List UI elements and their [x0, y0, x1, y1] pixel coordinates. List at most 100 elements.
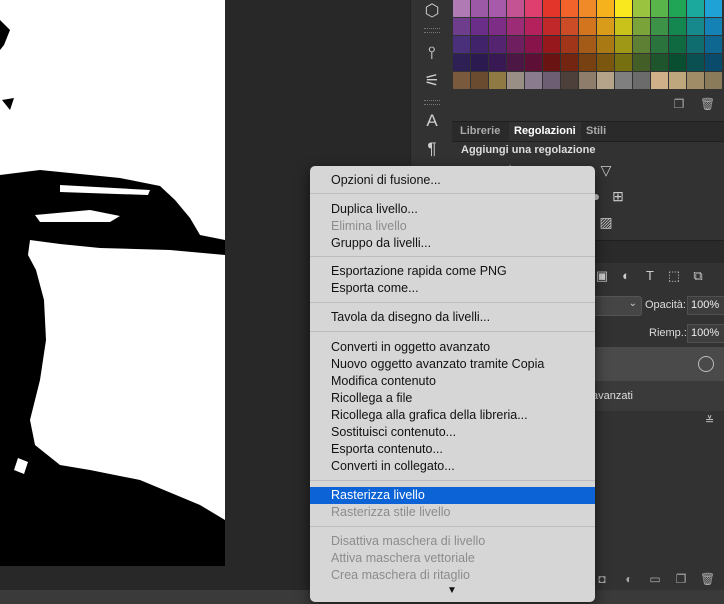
filter-adjustment-icon[interactable]: ◐: [618, 268, 634, 284]
menu-item-modifica-contenuto[interactable]: Modifica contenuto: [310, 373, 595, 390]
color-swatch[interactable]: [633, 36, 650, 53]
color-swatch[interactable]: [489, 0, 506, 17]
color-swatch[interactable]: [543, 0, 560, 17]
color-swatch[interactable]: [615, 18, 632, 35]
color-swatch[interactable]: [525, 72, 542, 89]
menu-item-ricollega-grafica-libreria[interactable]: Ricollega alla grafica della libreria...: [310, 407, 595, 424]
color-swatch[interactable]: [453, 36, 470, 53]
color-swatch[interactable]: [669, 54, 686, 71]
color-swatch[interactable]: [633, 54, 650, 71]
color-swatch[interactable]: [489, 54, 506, 71]
color-swatch[interactable]: [633, 72, 650, 89]
color-swatch[interactable]: [525, 18, 542, 35]
color-swatch[interactable]: [543, 54, 560, 71]
menu-item-tavola-da-disegno[interactable]: Tavola da disegno da livelli...: [310, 309, 595, 326]
panel-grip[interactable]: [424, 28, 440, 33]
menu-item-ricollega-a-file[interactable]: Ricollega a file: [310, 390, 595, 407]
color-swatch[interactable]: [651, 0, 668, 17]
add-mask-icon[interactable]: ◘: [595, 572, 609, 586]
color-swatch[interactable]: [579, 0, 596, 17]
color-lookup-icon[interactable]: ⊞: [610, 188, 626, 204]
color-swatch[interactable]: [453, 72, 470, 89]
menu-item-opzioni-fusione[interactable]: Opzioni di fusione...: [310, 172, 595, 189]
color-swatch[interactable]: [471, 18, 488, 35]
tab-stili[interactable]: Stili: [581, 122, 611, 141]
color-swatch[interactable]: [561, 54, 578, 71]
new-swatch-icon[interactable]: ❐: [672, 97, 686, 111]
tab-librerie[interactable]: Librerie: [455, 122, 505, 141]
color-swatch[interactable]: [525, 36, 542, 53]
color-swatch[interactable]: [561, 72, 578, 89]
menu-item-sostituisci-contenuto[interactable]: Sostituisci contenuto...: [310, 424, 595, 441]
filter-type-icon[interactable]: T: [642, 268, 658, 284]
color-swatch[interactable]: [579, 36, 596, 53]
color-swatch[interactable]: [489, 36, 506, 53]
gradient-map-icon[interactable]: ▨: [598, 214, 614, 230]
color-swatch[interactable]: [615, 36, 632, 53]
color-swatch[interactable]: [471, 54, 488, 71]
menu-item-duplica-livello[interactable]: Duplica livello...: [310, 201, 595, 218]
paragraph-icon[interactable]: ¶: [420, 138, 444, 160]
vibrance-icon[interactable]: ▽: [598, 162, 614, 178]
color-swatch[interactable]: [687, 36, 704, 53]
color-swatch[interactable]: [507, 0, 524, 17]
brush-presets-icon[interactable]: ⫯: [420, 42, 444, 64]
color-swatch[interactable]: [507, 36, 524, 53]
color-swatch[interactable]: [669, 36, 686, 53]
menu-item-nuovo-oggetto-avanzato[interactable]: Nuovo oggetto avanzato tramite Copia: [310, 356, 595, 373]
panel-grip[interactable]: [424, 100, 440, 105]
color-swatch[interactable]: [597, 54, 614, 71]
color-swatch[interactable]: [615, 72, 632, 89]
color-swatch[interactable]: [597, 36, 614, 53]
color-swatch[interactable]: [597, 0, 614, 17]
color-swatch[interactable]: [651, 72, 668, 89]
character-icon[interactable]: A: [420, 110, 444, 132]
menu-item-gruppo-da-livelli[interactable]: Gruppo da livelli...: [310, 235, 595, 252]
new-layer-icon[interactable]: ❐: [674, 572, 688, 586]
color-swatch[interactable]: [453, 54, 470, 71]
color-swatch[interactable]: [489, 72, 506, 89]
color-swatch[interactable]: [669, 18, 686, 35]
menu-scroll-down-icon[interactable]: ▼: [447, 585, 457, 596]
color-swatch[interactable]: [507, 18, 524, 35]
trash-icon[interactable]: 🗑: [700, 97, 715, 111]
color-swatch[interactable]: [561, 18, 578, 35]
color-swatch[interactable]: [633, 18, 650, 35]
tab-regolazioni[interactable]: Regolazioni: [509, 122, 581, 141]
color-swatch[interactable]: [597, 72, 614, 89]
3d-cube-icon[interactable]: ⬡: [420, 0, 444, 22]
color-swatch[interactable]: [453, 0, 470, 17]
color-swatch[interactable]: [651, 18, 668, 35]
color-swatch[interactable]: [525, 54, 542, 71]
menu-item-converti-in-collegato[interactable]: Converti in collegato...: [310, 458, 595, 475]
menu-item-esporta-come[interactable]: Esporta come...: [310, 280, 595, 297]
opacity-field[interactable]: 100%: [687, 296, 724, 315]
color-swatch[interactable]: [543, 18, 560, 35]
sliders-icon[interactable]: ⚟: [420, 70, 444, 92]
color-swatch[interactable]: [651, 36, 668, 53]
color-swatch[interactable]: [561, 36, 578, 53]
color-swatch[interactable]: [687, 0, 704, 17]
color-swatch[interactable]: [705, 18, 722, 35]
color-swatch[interactable]: [453, 18, 470, 35]
color-swatch[interactable]: [705, 54, 722, 71]
color-swatch[interactable]: [687, 18, 704, 35]
color-swatch[interactable]: [633, 0, 650, 17]
color-swatch[interactable]: [705, 72, 722, 89]
color-swatch[interactable]: [507, 54, 524, 71]
color-swatch[interactable]: [471, 0, 488, 17]
color-swatch[interactable]: [669, 0, 686, 17]
color-swatch[interactable]: [597, 18, 614, 35]
menu-item-converti-oggetto-avanzato[interactable]: Converti in oggetto avanzato: [310, 339, 595, 356]
fill-field[interactable]: 100%: [687, 324, 724, 343]
menu-item-esporta-contenuto[interactable]: Esporta contenuto...: [310, 441, 595, 458]
color-swatch[interactable]: [669, 72, 686, 89]
trash-icon[interactable]: 🗑: [700, 572, 715, 586]
menu-item-esportazione-rapida-png[interactable]: Esportazione rapida come PNG: [310, 263, 595, 280]
color-swatch[interactable]: [579, 54, 596, 71]
blend-mode-select[interactable]: ⌄: [590, 296, 642, 316]
filter-smart-object-icon[interactable]: ⧉: [690, 268, 706, 284]
filter-pixel-icon[interactable]: ▣: [594, 268, 610, 284]
color-swatch[interactable]: [687, 72, 704, 89]
color-swatch[interactable]: [543, 36, 560, 53]
